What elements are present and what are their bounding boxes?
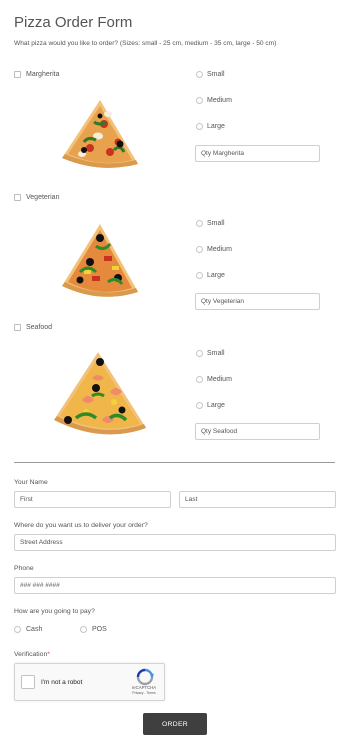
size-label-vegeterian-medium: Medium <box>207 246 232 253</box>
size-radio-margherita-medium[interactable] <box>196 97 203 104</box>
checkbox-seafood[interactable] <box>14 324 21 331</box>
pizza-slice-image-vegeterian <box>62 224 138 297</box>
phone-input[interactable] <box>14 577 336 594</box>
payment-label-cash: Cash <box>26 626 43 633</box>
pizza-label-vegeterian: Vegeterian <box>26 194 60 201</box>
name-label: Your Name <box>14 479 48 486</box>
checkbox-margherita[interactable] <box>14 71 21 78</box>
recaptcha-brand: reCAPTCHA <box>131 685 157 690</box>
qty-margherita-input[interactable] <box>195 145 320 162</box>
size-label-margherita-medium: Medium <box>207 97 232 104</box>
checkbox-vegeterian[interactable] <box>14 194 21 201</box>
required-mark: * <box>47 651 50 658</box>
payment-radio-cash[interactable] <box>14 626 21 633</box>
size-radio-seafood-small[interactable] <box>196 350 203 357</box>
size-radio-margherita-large[interactable] <box>196 123 203 130</box>
size-radio-vegeterian-medium[interactable] <box>196 246 203 253</box>
pizza-slice-image-margherita <box>62 100 138 168</box>
payment-radio-pos[interactable] <box>80 626 87 633</box>
order-button[interactable]: ORDER <box>143 713 207 735</box>
recaptcha-icon <box>136 668 154 686</box>
size-radio-seafood-large[interactable] <box>196 402 203 409</box>
size-label-vegeterian-small: Small <box>207 220 225 227</box>
size-label-seafood-medium: Medium <box>207 376 232 383</box>
verification-label: Verification* <box>14 651 50 658</box>
size-label-margherita-small: Small <box>207 71 225 78</box>
address-label: Where do you want us to deliver your ord… <box>14 522 148 529</box>
size-label-vegeterian-large: Large <box>207 272 225 279</box>
size-label-seafood-large: Large <box>207 402 225 409</box>
form-subtitle: What pizza would you like to order? (Siz… <box>14 40 277 47</box>
size-radio-seafood-medium[interactable] <box>196 376 203 383</box>
pizza-label-seafood: Seafood <box>26 324 53 331</box>
recaptcha-checkbox[interactable] <box>21 675 35 689</box>
size-radio-vegeterian-small[interactable] <box>196 220 203 227</box>
section-divider <box>14 462 335 463</box>
payment-label-pos: POS <box>92 626 107 633</box>
qty-seafood-input[interactable] <box>195 423 320 440</box>
size-label-seafood-small: Small <box>207 350 225 357</box>
recaptcha-widget: I'm not a robot reCAPTCHA Privacy - Term… <box>14 663 165 701</box>
size-radio-vegeterian-large[interactable] <box>196 272 203 279</box>
pizza-label-margherita: Margherita <box>26 71 60 78</box>
first-name-input[interactable] <box>14 491 171 508</box>
phone-label: Phone <box>14 565 34 572</box>
size-label-margherita-large: Large <box>207 123 225 130</box>
qty-vegeterian-input[interactable] <box>195 293 320 310</box>
payment-label: How are you going to pay? <box>14 608 95 615</box>
pizza-slice-image-seafood <box>54 352 146 435</box>
recaptcha-label: I'm not a robot <box>41 679 83 686</box>
street-address-input[interactable] <box>14 534 336 551</box>
form-title: Pizza Order Form <box>14 14 133 31</box>
last-name-input[interactable] <box>179 491 336 508</box>
size-radio-margherita-small[interactable] <box>196 71 203 78</box>
recaptcha-links[interactable]: Privacy - Terms <box>127 691 161 695</box>
verification-label-text: Verification <box>14 651 48 658</box>
